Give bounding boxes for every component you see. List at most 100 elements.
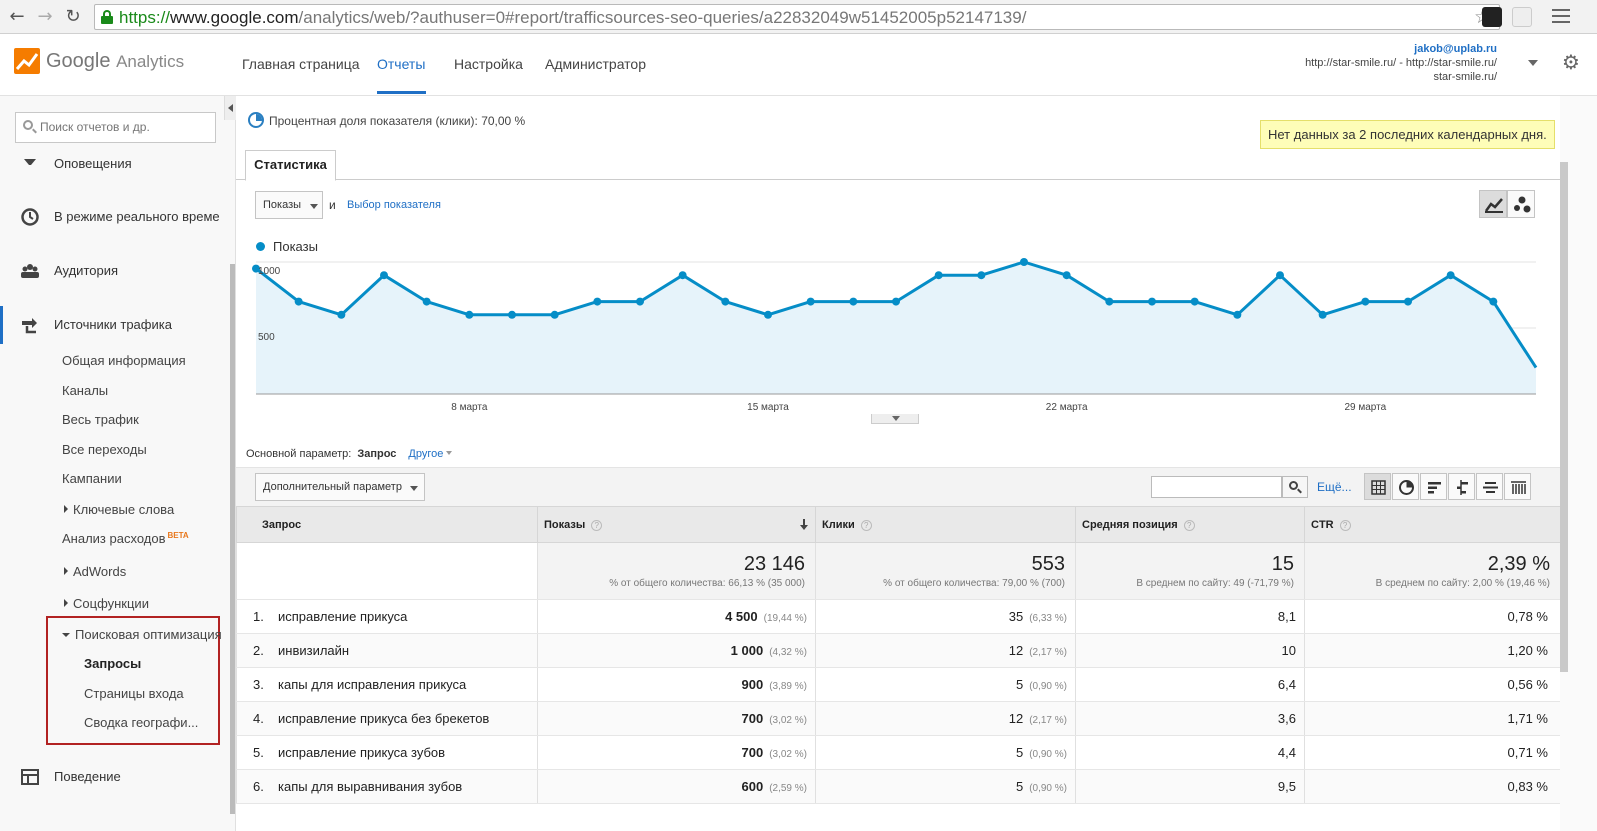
and-label: и [329, 198, 336, 212]
sidebar-sub-channels[interactable]: Каналы [62, 383, 108, 398]
gear-icon[interactable]: ⚙ [1562, 50, 1580, 74]
help-icon[interactable]: ? [1339, 519, 1351, 531]
view-performance-button[interactable] [1420, 473, 1447, 500]
table-search-button[interactable] [1282, 476, 1308, 498]
other-dimension-link[interactable]: Другое [408, 448, 443, 460]
account-caret-icon[interactable] [1528, 60, 1538, 66]
total-note: % от общего количества: 79,00 % (700) [883, 578, 1065, 589]
ctr-cell: 0,83 % [1304, 769, 1561, 804]
sidebar-sub-campaigns[interactable]: Кампании [62, 471, 122, 486]
sidebar-sub-cost-analysis[interactable]: Анализ расходов BETA [62, 531, 189, 546]
table-filter-input[interactable] [1151, 476, 1282, 498]
menu-icon[interactable] [1552, 9, 1570, 11]
row-rank: 2. [253, 643, 264, 658]
data-point [1148, 297, 1156, 306]
logo-text[interactable]: Google Analytics [46, 50, 184, 73]
reload-icon[interactable]: ↻ [62, 6, 84, 28]
report-search-input[interactable] [40, 120, 210, 134]
view-table-button[interactable] [1364, 473, 1391, 500]
address-bar[interactable]: https://www.google.com/analytics/web/?au… [94, 4, 1500, 30]
sidebar-item-alerts[interactable]: Оповещения [0, 149, 224, 173]
clicks-value: 35 [1008, 609, 1024, 624]
url-text[interactable]: https://www.google.com/analytics/web/?au… [119, 8, 1026, 28]
impressions-cell: 700 (3,02 %) [537, 735, 816, 770]
ga-header: Google Analytics Главная страница Отчеты… [0, 34, 1597, 96]
choose-metric-link[interactable]: Выбор показателя [347, 199, 441, 211]
report-search[interactable] [15, 112, 216, 143]
view-comparison-button[interactable] [1448, 473, 1475, 500]
impressions-value: 600 [741, 779, 764, 794]
column-header-ctr[interactable]: CTR? [1304, 506, 1561, 543]
tab-explorer[interactable]: Статистика [245, 150, 336, 181]
query-link[interactable]: исправление прикуса без брекетов [278, 711, 489, 726]
chevron-down-icon[interactable] [446, 451, 453, 455]
sidebar-sub-adwords[interactable]: AdWords [64, 564, 126, 579]
page-scrollbar[interactable] [1560, 96, 1597, 831]
clicks-percent: (0,90 %) [1029, 681, 1067, 692]
extension-icon[interactable] [1482, 7, 1502, 27]
sidebar-collapse-button[interactable] [224, 96, 236, 120]
column-header-query[interactable]: Запрос [236, 506, 538, 543]
clock-icon [20, 207, 40, 227]
query-link[interactable]: исправление прикуса [278, 609, 407, 624]
secondary-dimension-select[interactable]: Дополнительный параметр [255, 473, 425, 501]
position-cell: 8,1 [1075, 599, 1305, 634]
impressions-cell: 1 000 (4,32 %) [537, 633, 816, 668]
view-pivot-button[interactable] [1504, 473, 1531, 500]
analytics-logo-icon [14, 48, 40, 74]
primary-dimension-current[interactable]: Запрос [357, 448, 396, 460]
sidebar-sub-seo[interactable]: Поисковая оптимизация [62, 627, 222, 642]
sidebar-sub-social[interactable]: Соцфункции [64, 596, 149, 611]
sidebar-sub-queries[interactable]: Запросы [84, 656, 141, 671]
advanced-filter-link[interactable]: Ещё... [1317, 480, 1352, 494]
help-icon[interactable]: ? [860, 519, 872, 531]
nav-home[interactable]: Главная страница [242, 56, 360, 72]
query-link[interactable]: капы для исправления прикуса [278, 677, 466, 692]
sidebar-item-acquisition[interactable]: Источники трафика [0, 310, 224, 340]
data-point [550, 310, 559, 319]
query-link[interactable]: инвизилайн [278, 643, 349, 658]
sidebar-sub-keywords[interactable]: Ключевые слова [64, 502, 174, 517]
view-pie-button[interactable] [1392, 473, 1419, 500]
sidebar-sub-landing-pages[interactable]: Страницы входа [84, 686, 184, 701]
help-icon[interactable]: ? [591, 519, 603, 531]
metric-select[interactable]: Показы [255, 191, 323, 219]
column-header-clicks[interactable]: Клики? [815, 506, 1076, 543]
view-term-cloud-button[interactable] [1476, 473, 1503, 500]
nav-settings[interactable]: Настройка [454, 56, 523, 72]
query-link[interactable]: исправление прикуса зубов [278, 745, 445, 760]
page-scrollbar-thumb[interactable] [1560, 162, 1568, 672]
sidebar-sub-referrals[interactable]: Все переходы [62, 442, 147, 457]
sidebar-item-realtime[interactable]: В режиме реального времени [0, 202, 224, 232]
forward-icon[interactable]: → [34, 6, 56, 28]
clicks-percent: (2,17 %) [1029, 647, 1067, 658]
sidebar-scrollbar[interactable] [230, 264, 235, 814]
account-switcher[interactable]: jakob@uplab.ru http://star-smile.ru/ - h… [1305, 42, 1497, 84]
motion-chart-button[interactable] [1507, 190, 1535, 218]
column-header-impressions[interactable]: Показы? [537, 506, 816, 543]
column-header-avg-position[interactable]: Средняя позиция? [1075, 506, 1305, 543]
query-link[interactable]: капы для выравнивания зубов [278, 779, 462, 794]
bubble-chart-icon [1514, 196, 1531, 213]
help-icon[interactable]: ? [1183, 519, 1195, 531]
nav-reports[interactable]: Отчеты [377, 56, 425, 72]
sidebar-sub-label: AdWords [73, 564, 127, 579]
impressions-value: 900 [741, 677, 764, 692]
sidebar-sub-geo-summary[interactable]: Сводка географи... [84, 715, 198, 730]
extension-k-icon[interactable] [1512, 7, 1532, 27]
sidebar-sub-overview[interactable]: Общая информация [62, 353, 186, 368]
impressions-chart[interactable]: 1000 500 8 марта 15 марта 22 марта 29 марта [236, 256, 1560, 426]
data-table: Запрос Показы? Клики? Средняя позиция? C… [236, 506, 1561, 804]
clicks-cell: 5 (0,90 %) [815, 667, 1076, 702]
nav-admin[interactable]: Администратор [545, 56, 646, 72]
sidebar-item-behavior[interactable]: Поведение [0, 762, 224, 792]
sidebar-sub-all-traffic[interactable]: Весь трафик [62, 412, 139, 427]
total-impressions: 23 146 % от общего количества: 66,13 % (3… [537, 542, 816, 600]
sidebar-item-audience[interactable]: Аудитория [0, 256, 224, 286]
totals-row: 23 146 % от общего количества: 66,13 % (3… [236, 542, 1561, 600]
back-icon[interactable]: ← [6, 6, 28, 28]
line-chart-button[interactable] [1479, 190, 1507, 218]
sort-desc-icon[interactable] [799, 518, 809, 531]
tab-row: Статистика [236, 150, 1560, 181]
chart-resize-handle[interactable] [871, 414, 919, 424]
